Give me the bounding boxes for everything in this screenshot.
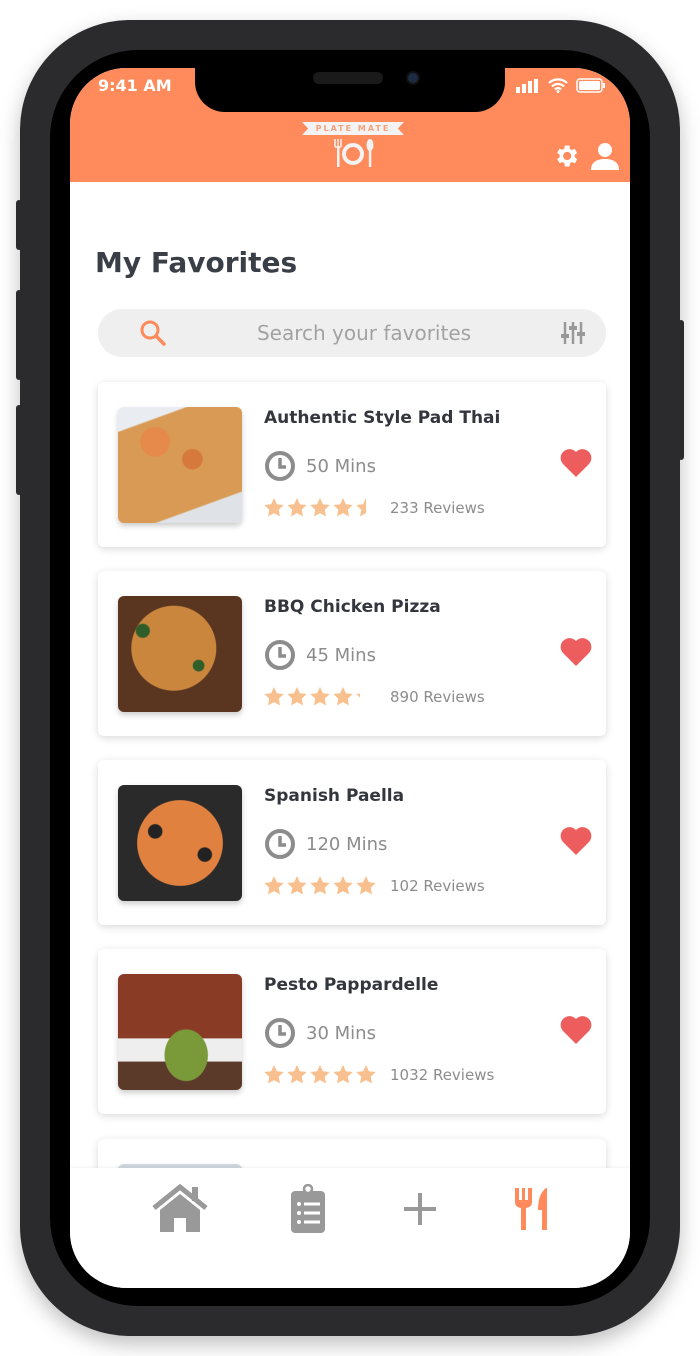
recipe-name: Spanish Paella — [264, 786, 405, 806]
heart-icon[interactable] — [560, 826, 592, 856]
star-icon — [264, 876, 284, 895]
page-title: My Favorites — [95, 246, 298, 279]
recipe-name: Pesto Pappardelle — [264, 975, 439, 995]
home-icon — [152, 1184, 208, 1232]
recipe-card[interactable]: Spanish Paella 120 Mins 102 Reviews — [98, 760, 606, 925]
star-rating — [264, 687, 376, 706]
battery-icon — [576, 78, 605, 93]
star-icon — [333, 687, 353, 706]
star-icon — [287, 1065, 307, 1084]
star-icon — [356, 876, 376, 895]
recipe-image — [118, 785, 242, 901]
star-icon — [356, 693, 361, 706]
notch — [195, 68, 505, 112]
recipe-card[interactable]: Pesto Pappardelle 30 Mins 1032 Reviews — [98, 949, 606, 1114]
clock-icon — [265, 451, 295, 481]
nav-list[interactable] — [276, 1182, 340, 1236]
star-icon — [287, 498, 307, 517]
search-icon — [140, 320, 166, 346]
review-count: 102 Reviews — [390, 876, 485, 895]
user-icon[interactable] — [590, 142, 620, 170]
rating: 233 Reviews — [264, 498, 485, 517]
cook-time-text: 45 Mins — [306, 644, 376, 666]
star-icon — [264, 1065, 284, 1084]
star-rating — [264, 876, 376, 895]
star-icon — [333, 498, 353, 517]
nav-home[interactable] — [148, 1182, 212, 1236]
star-icon — [264, 687, 284, 706]
clipboard-list-icon — [291, 1184, 325, 1233]
gear-icon[interactable] — [552, 142, 580, 170]
app-logo: PLATE MATE — [302, 122, 404, 173]
sliders-icon[interactable] — [560, 320, 586, 346]
bottom-nav — [70, 1168, 630, 1288]
nav-add[interactable] — [388, 1182, 452, 1236]
recipe-card[interactable]: Authentic Style Pad Thai 50 Mins 233 Rev… — [98, 382, 606, 547]
recipe-image — [118, 596, 242, 712]
star-icon — [356, 1065, 376, 1084]
star-icon — [287, 876, 307, 895]
logo-ribbon: PLATE MATE — [302, 122, 404, 135]
star-rating — [264, 1065, 376, 1084]
star-icon — [356, 498, 366, 517]
star-icon — [310, 1065, 330, 1084]
power-button — [678, 320, 684, 460]
star-icon — [310, 876, 330, 895]
star-icon — [310, 687, 330, 706]
cook-time-text: 50 Mins — [306, 455, 376, 477]
search-bar — [98, 309, 606, 357]
heart-icon[interactable] — [560, 637, 592, 667]
heart-icon[interactable] — [560, 448, 592, 478]
volume-down-button — [16, 405, 22, 495]
nav-favorites[interactable] — [500, 1182, 564, 1236]
clock-icon — [265, 1018, 295, 1048]
wifi-icon — [548, 78, 568, 93]
cook-time: 120 Mins — [264, 828, 387, 860]
signal-icon — [516, 78, 538, 93]
rating: 890 Reviews — [264, 687, 485, 706]
mute-switch — [16, 200, 22, 250]
rating: 102 Reviews — [264, 876, 485, 895]
star-icon — [333, 1065, 353, 1084]
screen: 9:41 AM PLATE MATE My Favorites Authenti… — [70, 68, 630, 1288]
plate-cutlery-icon — [334, 139, 374, 167]
recipe-image — [118, 407, 242, 523]
recipe-name: BBQ Chicken Pizza — [264, 597, 441, 617]
rating: 1032 Reviews — [264, 1065, 494, 1084]
heart-icon[interactable] — [560, 1015, 592, 1045]
plus-icon — [404, 1193, 436, 1225]
star-rating — [264, 498, 376, 517]
cook-time: 45 Mins — [264, 639, 376, 671]
clock-icon — [265, 829, 295, 859]
cook-time: 30 Mins — [264, 1017, 376, 1049]
app-header: 9:41 AM PLATE MATE — [70, 68, 630, 182]
status-icons — [516, 78, 606, 93]
recipe-name: Authentic Style Pad Thai — [264, 408, 501, 428]
review-count: 890 Reviews — [390, 687, 485, 706]
cook-time-text: 30 Mins — [306, 1022, 376, 1044]
star-icon — [287, 687, 307, 706]
clock-icon — [265, 640, 295, 670]
cook-time-text: 120 Mins — [306, 833, 388, 855]
search-input[interactable] — [168, 321, 560, 345]
recipe-card[interactable]: BBQ Chicken Pizza 45 Mins 890 Reviews — [98, 571, 606, 736]
review-count: 1032 Reviews — [390, 1065, 495, 1084]
volume-up-button — [16, 290, 22, 380]
recipe-image — [118, 974, 242, 1090]
status-time: 9:41 AM — [98, 76, 172, 95]
star-icon — [333, 876, 353, 895]
cook-time: 50 Mins — [264, 450, 376, 482]
fork-knife-icon — [515, 1188, 547, 1230]
review-count: 233 Reviews — [390, 498, 485, 517]
star-icon — [310, 498, 330, 517]
star-icon — [264, 498, 284, 517]
